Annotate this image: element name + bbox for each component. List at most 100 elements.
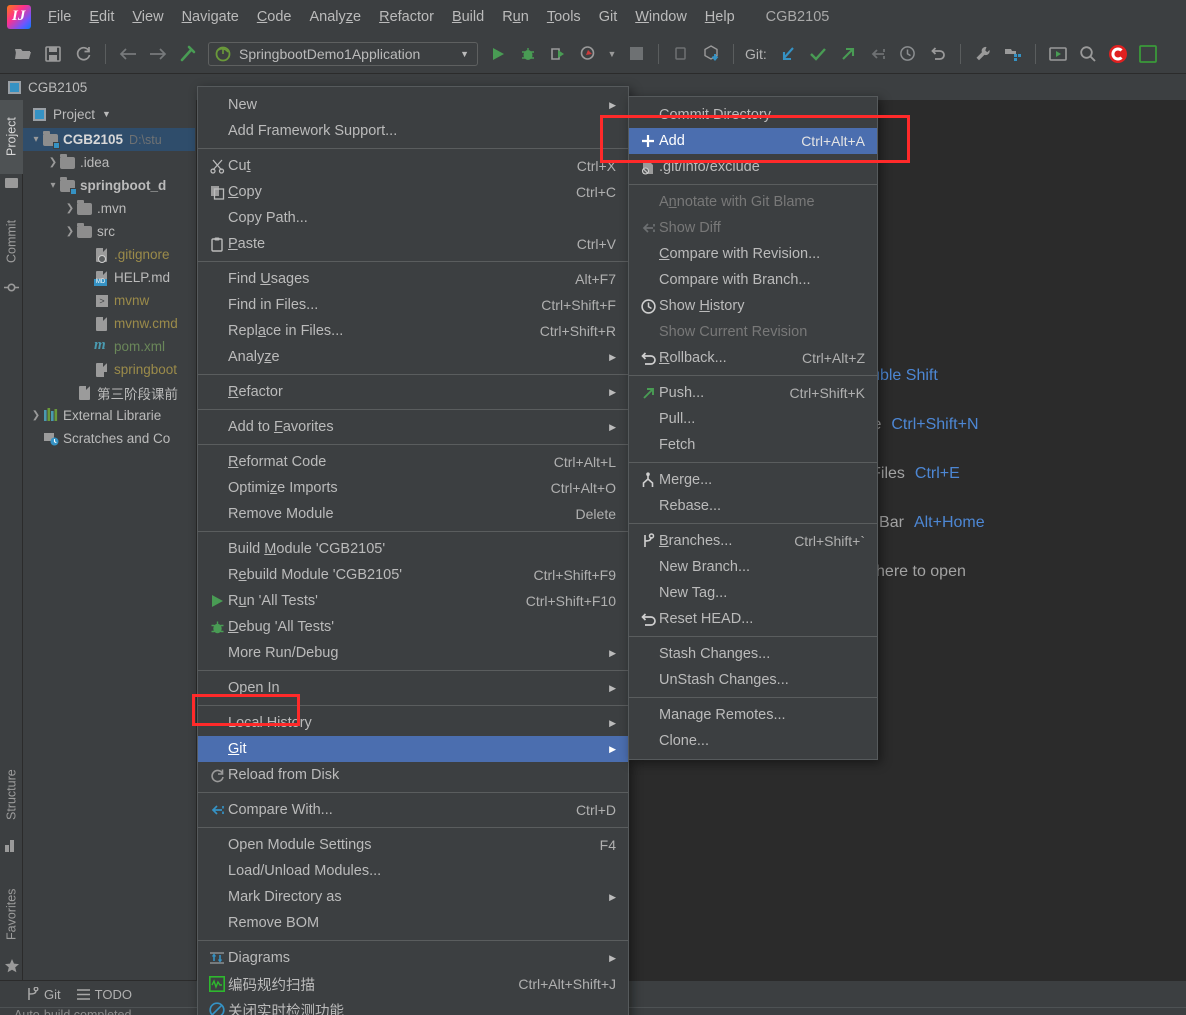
menu-run[interactable]: Run — [493, 6, 538, 28]
menu-item-reload-from-disk[interactable]: Reload from Disk — [198, 762, 628, 788]
tree-node-mvnw-cmd[interactable]: mvnw.cmd — [23, 312, 195, 335]
search-everywhere-icon[interactable] — [1075, 41, 1101, 67]
save-all-icon[interactable] — [40, 41, 66, 67]
menu-item-find-usages[interactable]: Find Usages Alt+F7 — [198, 266, 628, 292]
tree-node-springboot-d[interactable]: ▾ springboot_d — [23, 174, 195, 197]
menu-item-push[interactable]: Push... Ctrl+Shift+K — [629, 380, 877, 406]
menu-item-reformat-code[interactable]: Reformat Code Ctrl+Alt+L — [198, 449, 628, 475]
tree-node-mvn[interactable]: ❯ .mvn — [23, 197, 195, 220]
menu-item-reset-head[interactable]: Reset HEAD... — [629, 606, 877, 632]
menu-item-branches[interactable]: Branches... Ctrl+Shift+` — [629, 528, 877, 554]
bottom-item-git[interactable]: Git — [26, 987, 61, 1002]
chevron-down-icon[interactable]: ▾ — [46, 180, 60, 191]
menu-analyze[interactable]: Analyze — [301, 6, 371, 28]
tree-node-mvnw[interactable]: > mvnw — [23, 289, 195, 312]
project-tree-header[interactable]: Project ▼ — [23, 100, 195, 128]
menu-item-copy[interactable]: Copy Ctrl+C — [198, 179, 628, 205]
run-with-coverage-icon[interactable] — [545, 41, 571, 67]
menu-item-copy-path[interactable]: Copy Path... — [198, 205, 628, 231]
menu-item-编码规约扫描[interactable]: 编码规约扫描 Ctrl+Alt+Shift+J — [198, 971, 628, 997]
menu-item-show-history[interactable]: Show History — [629, 293, 877, 319]
menu-item-add-framework-support[interactable]: Add Framework Support... — [198, 118, 628, 144]
menu-item-rollback[interactable]: Rollback... Ctrl+Alt+Z — [629, 345, 877, 371]
menu-item-mark-directory-as[interactable]: Mark Directory as ▶ — [198, 884, 628, 910]
tree-node-help-md[interactable]: MD HELP.md — [23, 266, 195, 289]
sync-gradle-icon[interactable] — [698, 41, 724, 67]
tree-node-第三阶段课前[interactable]: 第三阶段课前 — [23, 381, 195, 404]
menu-item-add-to-favorites[interactable]: Add to Favorites ▶ — [198, 414, 628, 440]
settings-wrench-icon[interactable] — [970, 41, 996, 67]
git-push-icon[interactable] — [835, 41, 861, 67]
menu-item-clone[interactable]: Clone... — [629, 728, 877, 754]
chevron-down-icon[interactable]: ▼ — [605, 41, 619, 67]
menu-build[interactable]: Build — [443, 6, 493, 28]
menu-item-git-info-exclude[interactable]: .git/info/exclude — [629, 154, 877, 180]
tree-node-gitignore[interactable]: .gitignore — [23, 243, 195, 266]
menu-item-more-run-debug[interactable]: More Run/Debug ▶ — [198, 640, 628, 666]
translate-icon[interactable] — [1135, 41, 1161, 67]
menu-item-remove-bom[interactable]: Remove BOM — [198, 910, 628, 936]
sidebar-item-project[interactable]: Project — [0, 100, 23, 174]
git-undo-icon[interactable] — [925, 41, 951, 67]
chevron-right-icon[interactable]: ❯ — [29, 410, 43, 421]
device-manager-icon[interactable] — [1045, 41, 1071, 67]
sidebar-item-structure[interactable]: Structure — [0, 755, 23, 835]
menu-item-optimize-imports[interactable]: Optimize Imports Ctrl+Alt+O — [198, 475, 628, 501]
menu-item-关闭实时检测功能[interactable]: 关闭实时检测功能 — [198, 997, 628, 1015]
menu-item-compare-with-revision[interactable]: Compare with Revision... — [629, 241, 877, 267]
menu-item-diagrams[interactable]: Diagrams ▶ — [198, 945, 628, 971]
menu-item-cut[interactable]: Cut Ctrl+X — [198, 153, 628, 179]
menu-item-rebase[interactable]: Rebase... — [629, 493, 877, 519]
menu-refactor[interactable]: Refactor — [370, 6, 443, 28]
menu-git[interactable]: Git — [590, 6, 627, 28]
debug-icon[interactable] — [515, 41, 541, 67]
menu-item-commit-directory[interactable]: Commit Directory — [629, 102, 877, 128]
build-hammer-icon[interactable] — [175, 41, 201, 67]
chevron-down-icon[interactable]: ▼ — [460, 49, 469, 59]
menu-item-pull[interactable]: Pull... — [629, 406, 877, 432]
menu-code[interactable]: Code — [248, 6, 301, 28]
menu-item-paste[interactable]: Paste Ctrl+V — [198, 231, 628, 257]
git-submenu[interactable]: Commit Directory Add Ctrl+Alt+A .git/info/e… — [628, 96, 878, 760]
menu-window[interactable]: Window — [626, 6, 696, 28]
menu-item-add[interactable]: Add Ctrl+Alt+A — [629, 128, 877, 154]
tree-node-pom-xml[interactable]: m pom.xml — [23, 335, 195, 358]
menu-item-manage-remotes[interactable]: Manage Remotes... — [629, 702, 877, 728]
menu-item-unstash-changes[interactable]: UnStash Changes... — [629, 667, 877, 693]
sidebar-item-commit[interactable]: Commit — [0, 205, 23, 277]
back-arrow-icon[interactable] — [115, 41, 141, 67]
menu-help[interactable]: Help — [696, 6, 744, 28]
tree-node-scratches-and-co[interactable]: Scratches and Co — [23, 427, 195, 450]
menu-item-fetch[interactable]: Fetch — [629, 432, 877, 458]
chevron-right-icon[interactable]: ❯ — [63, 226, 77, 237]
sync-icon[interactable] — [70, 41, 96, 67]
tree-node-external-librarie[interactable]: ❯ External Librarie — [23, 404, 195, 427]
menu-navigate[interactable]: Navigate — [173, 6, 248, 28]
chevron-down-icon[interactable]: ▾ — [29, 134, 43, 145]
menu-item-merge[interactable]: Merge... — [629, 467, 877, 493]
menu-item-remove-module[interactable]: Remove Module Delete — [198, 501, 628, 527]
menu-item-compare-with[interactable]: Compare With... Ctrl+D — [198, 797, 628, 823]
git-commit-icon[interactable] — [805, 41, 831, 67]
tree-node-cgb2105[interactable]: ▾ CGB2105 D:\stu — [23, 128, 195, 151]
menu-tools[interactable]: Tools — [538, 6, 590, 28]
chevron-down-icon[interactable]: ▼ — [102, 109, 111, 119]
chevron-right-icon[interactable]: ❯ — [63, 203, 77, 214]
menu-item-stash-changes[interactable]: Stash Changes... — [629, 641, 877, 667]
sidebar-item-favorites[interactable]: Favorites — [0, 875, 23, 953]
menu-item-compare-with-branch[interactable]: Compare with Branch... — [629, 267, 877, 293]
menu-item-new[interactable]: New ▶ — [198, 92, 628, 118]
tree-node-idea[interactable]: ❯ .idea — [23, 151, 195, 174]
tree-node-src[interactable]: ❯ src — [23, 220, 195, 243]
menu-item-analyze[interactable]: Analyze ▶ — [198, 344, 628, 370]
git-update-icon[interactable] — [775, 41, 801, 67]
project-structure-icon[interactable] — [1000, 41, 1026, 67]
menu-item-open-module-settings[interactable]: Open Module Settings F4 — [198, 832, 628, 858]
menu-item-rebuild-module-cgb2105[interactable]: Rebuild Module 'CGB2105' Ctrl+Shift+F9 — [198, 562, 628, 588]
menu-item-git[interactable]: Git ▶ — [198, 736, 628, 762]
menu-item-open-in[interactable]: Open In ▶ — [198, 675, 628, 701]
menu-item-find-in-files[interactable]: Find in Files... Ctrl+Shift+F — [198, 292, 628, 318]
profile-icon[interactable] — [575, 41, 601, 67]
run-icon[interactable] — [485, 41, 511, 67]
codota-icon[interactable] — [1105, 41, 1131, 67]
